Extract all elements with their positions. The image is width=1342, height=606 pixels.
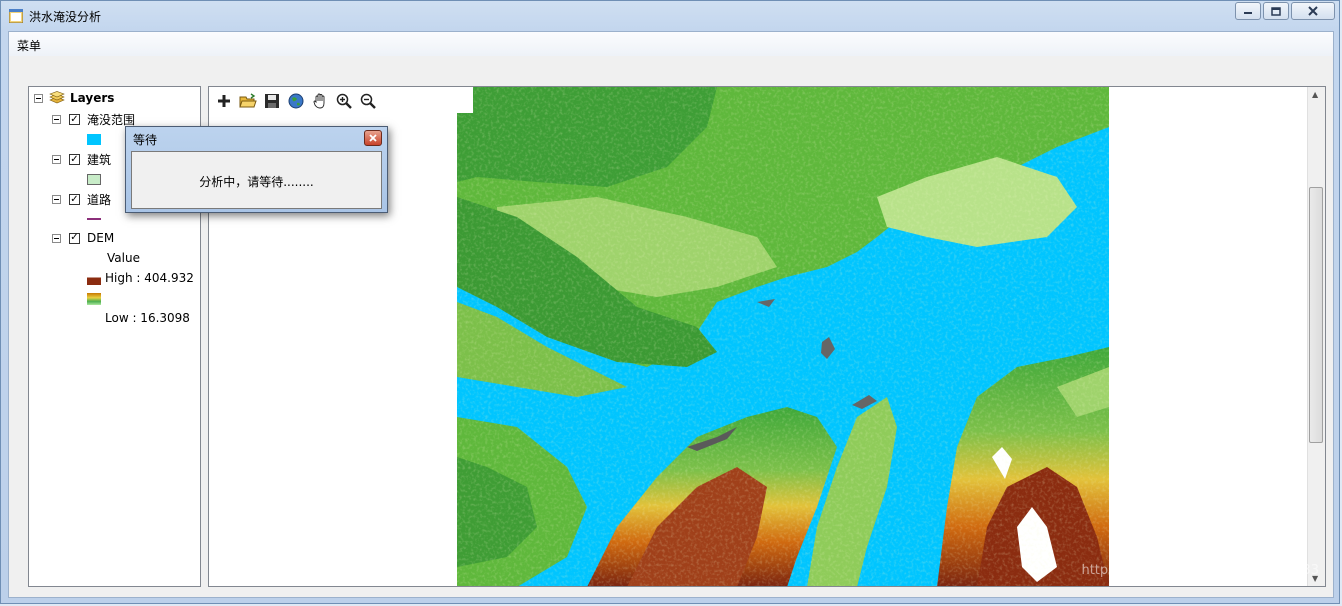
toc-root-label: Layers	[70, 91, 115, 105]
collapse-toggle[interactable]	[52, 195, 61, 204]
toc-layer-dem[interactable]: ✓ DEM	[52, 231, 114, 245]
open-folder-icon	[239, 93, 257, 108]
zoom-in-icon	[336, 93, 352, 109]
add-data-icon	[218, 95, 230, 107]
dem-low-label: Low : 16.3098	[105, 311, 190, 325]
full-extent-button[interactable]	[286, 91, 306, 111]
pan-button[interactable]	[310, 91, 330, 111]
collapse-toggle[interactable]	[52, 233, 61, 243]
layer-checkbox[interactable]: ✓	[69, 194, 80, 205]
close-button[interactable]	[1291, 2, 1335, 20]
minimize-icon	[1244, 12, 1252, 14]
minimize-button[interactable]	[1235, 2, 1261, 20]
toc-layer-buildings[interactable]: ✓ 建筑	[52, 151, 111, 168]
add-data-button[interactable]	[214, 91, 234, 111]
title-bar[interactable]: 洪水淹没分析	[1, 1, 1339, 31]
maximize-button[interactable]	[1263, 2, 1289, 20]
menu-item[interactable]: 菜单	[17, 37, 41, 54]
client-area: 菜单 Layers ✓ 淹没范围 ✓ 建筑 ✓ 道路 ✓ DEM Value H…	[8, 31, 1334, 598]
dem-high-label: High : 404.932	[105, 271, 194, 285]
maximize-icon	[1271, 6, 1281, 16]
layer-label: DEM	[87, 231, 115, 245]
dialog-body: 分析中，请等待........	[131, 151, 382, 209]
roads-swatch	[87, 218, 101, 220]
collapse-toggle[interactable]	[52, 115, 61, 124]
wait-dialog: 等待 分析中，请等待........	[125, 126, 388, 213]
buildings-swatch	[87, 174, 101, 185]
zoom-in-button[interactable]	[334, 91, 354, 111]
zoom-out-button[interactable]	[358, 91, 378, 111]
scroll-thumb[interactable]	[1309, 187, 1323, 443]
dem-high-swatch	[87, 274, 101, 285]
layer-checkbox[interactable]: ✓	[69, 154, 80, 165]
layer-label: 建筑	[87, 153, 112, 167]
map-canvas[interactable]	[457, 87, 1109, 587]
layer-label: 道路	[87, 193, 112, 207]
pan-hand-icon	[313, 93, 325, 109]
save-icon	[265, 94, 279, 108]
app-window-icon	[9, 9, 23, 23]
map-toolbar	[211, 88, 378, 114]
watermark: https://blog.csdn.net/huangguo1033	[1081, 563, 1319, 578]
layers-icon	[49, 91, 65, 104]
main-window: 洪水淹没分析 菜单 Layers ✓ 淹没范围 ✓ 建筑 ✓ 道路 ✓ DEM …	[0, 0, 1340, 604]
dialog-close-button[interactable]	[364, 130, 382, 146]
map-vertical-scrollbar[interactable]: ▲ ▼	[1307, 87, 1325, 586]
dialog-message: 分析中，请等待........	[199, 175, 314, 189]
window-title: 洪水淹没分析	[29, 10, 102, 24]
save-button[interactable]	[262, 91, 282, 111]
inundation-swatch	[87, 134, 101, 145]
toc-layer-inundation[interactable]: ✓ 淹没范围	[52, 111, 135, 128]
dialog-title: 等待	[133, 133, 158, 147]
layer-checkbox[interactable]: ✓	[69, 114, 80, 125]
full-extent-globe-icon	[288, 93, 304, 109]
dem-ramp-swatch	[87, 293, 101, 305]
close-icon	[369, 134, 377, 142]
layer-checkbox[interactable]: ✓	[69, 232, 80, 244]
toc-layer-roads[interactable]: ✓ 道路	[52, 191, 111, 208]
zoom-out-icon	[360, 93, 376, 109]
scroll-up-icon[interactable]: ▲	[1312, 90, 1318, 99]
toc-root[interactable]: Layers	[34, 91, 114, 105]
map-toolbar-strip	[457, 87, 473, 113]
collapse-toggle[interactable]	[52, 155, 61, 164]
menu-bar: 菜单	[9, 32, 1333, 56]
collapse-toggle[interactable]	[34, 93, 43, 103]
open-button[interactable]	[238, 91, 258, 111]
dem-value-label: Value	[107, 251, 140, 265]
close-icon	[1308, 6, 1318, 16]
